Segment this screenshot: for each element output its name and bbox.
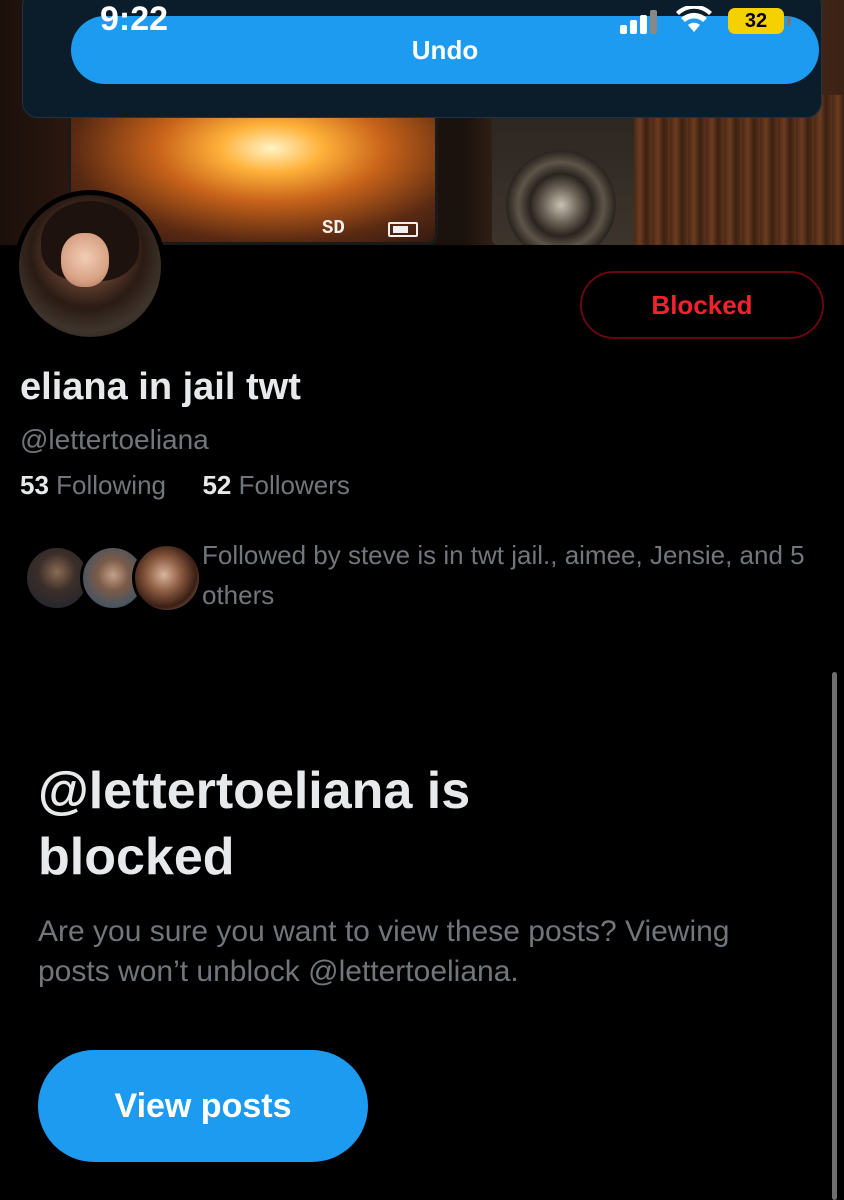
- following-link[interactable]: 53 Following: [20, 470, 173, 500]
- battery-icon: 32: [728, 8, 791, 34]
- follow-stats: 53 Following 52 Followers: [20, 470, 350, 501]
- handle: @lettertoeliana: [20, 424, 209, 455]
- followed-by-avatars[interactable]: [24, 543, 202, 615]
- status-time: 9:22: [100, 0, 169, 38]
- avatar[interactable]: [14, 190, 166, 342]
- follower-avatar: [132, 543, 202, 613]
- following-label: Following: [56, 470, 166, 500]
- blocked-notice-title: @lettertoeliana is blocked: [38, 762, 471, 886]
- view-posts-button[interactable]: View posts: [38, 1050, 368, 1162]
- camera-battery-icon: [388, 222, 418, 237]
- followed-by-text[interactable]: Followed by steve is in twt jail., aimee…: [202, 535, 812, 615]
- camera-sd-label: SD: [322, 217, 345, 239]
- followers-count: 52: [202, 470, 232, 500]
- profile-screen: SD Undo 9:22 32 Blocked eliana in jail t…: [0, 0, 844, 1200]
- followers-label: Followers: [238, 470, 350, 500]
- avatar-image: [19, 195, 161, 337]
- followers-link[interactable]: 52 Followers: [202, 470, 349, 500]
- display-name: eliana in jail twt: [20, 366, 301, 408]
- scrollbar[interactable]: [832, 672, 837, 1200]
- wifi-icon: [676, 6, 712, 32]
- blocked-button[interactable]: Blocked: [580, 271, 824, 339]
- following-count: 53: [20, 470, 49, 500]
- signal-icon: [620, 10, 660, 34]
- blocked-notice-description: Are you sure you want to view these post…: [38, 915, 730, 988]
